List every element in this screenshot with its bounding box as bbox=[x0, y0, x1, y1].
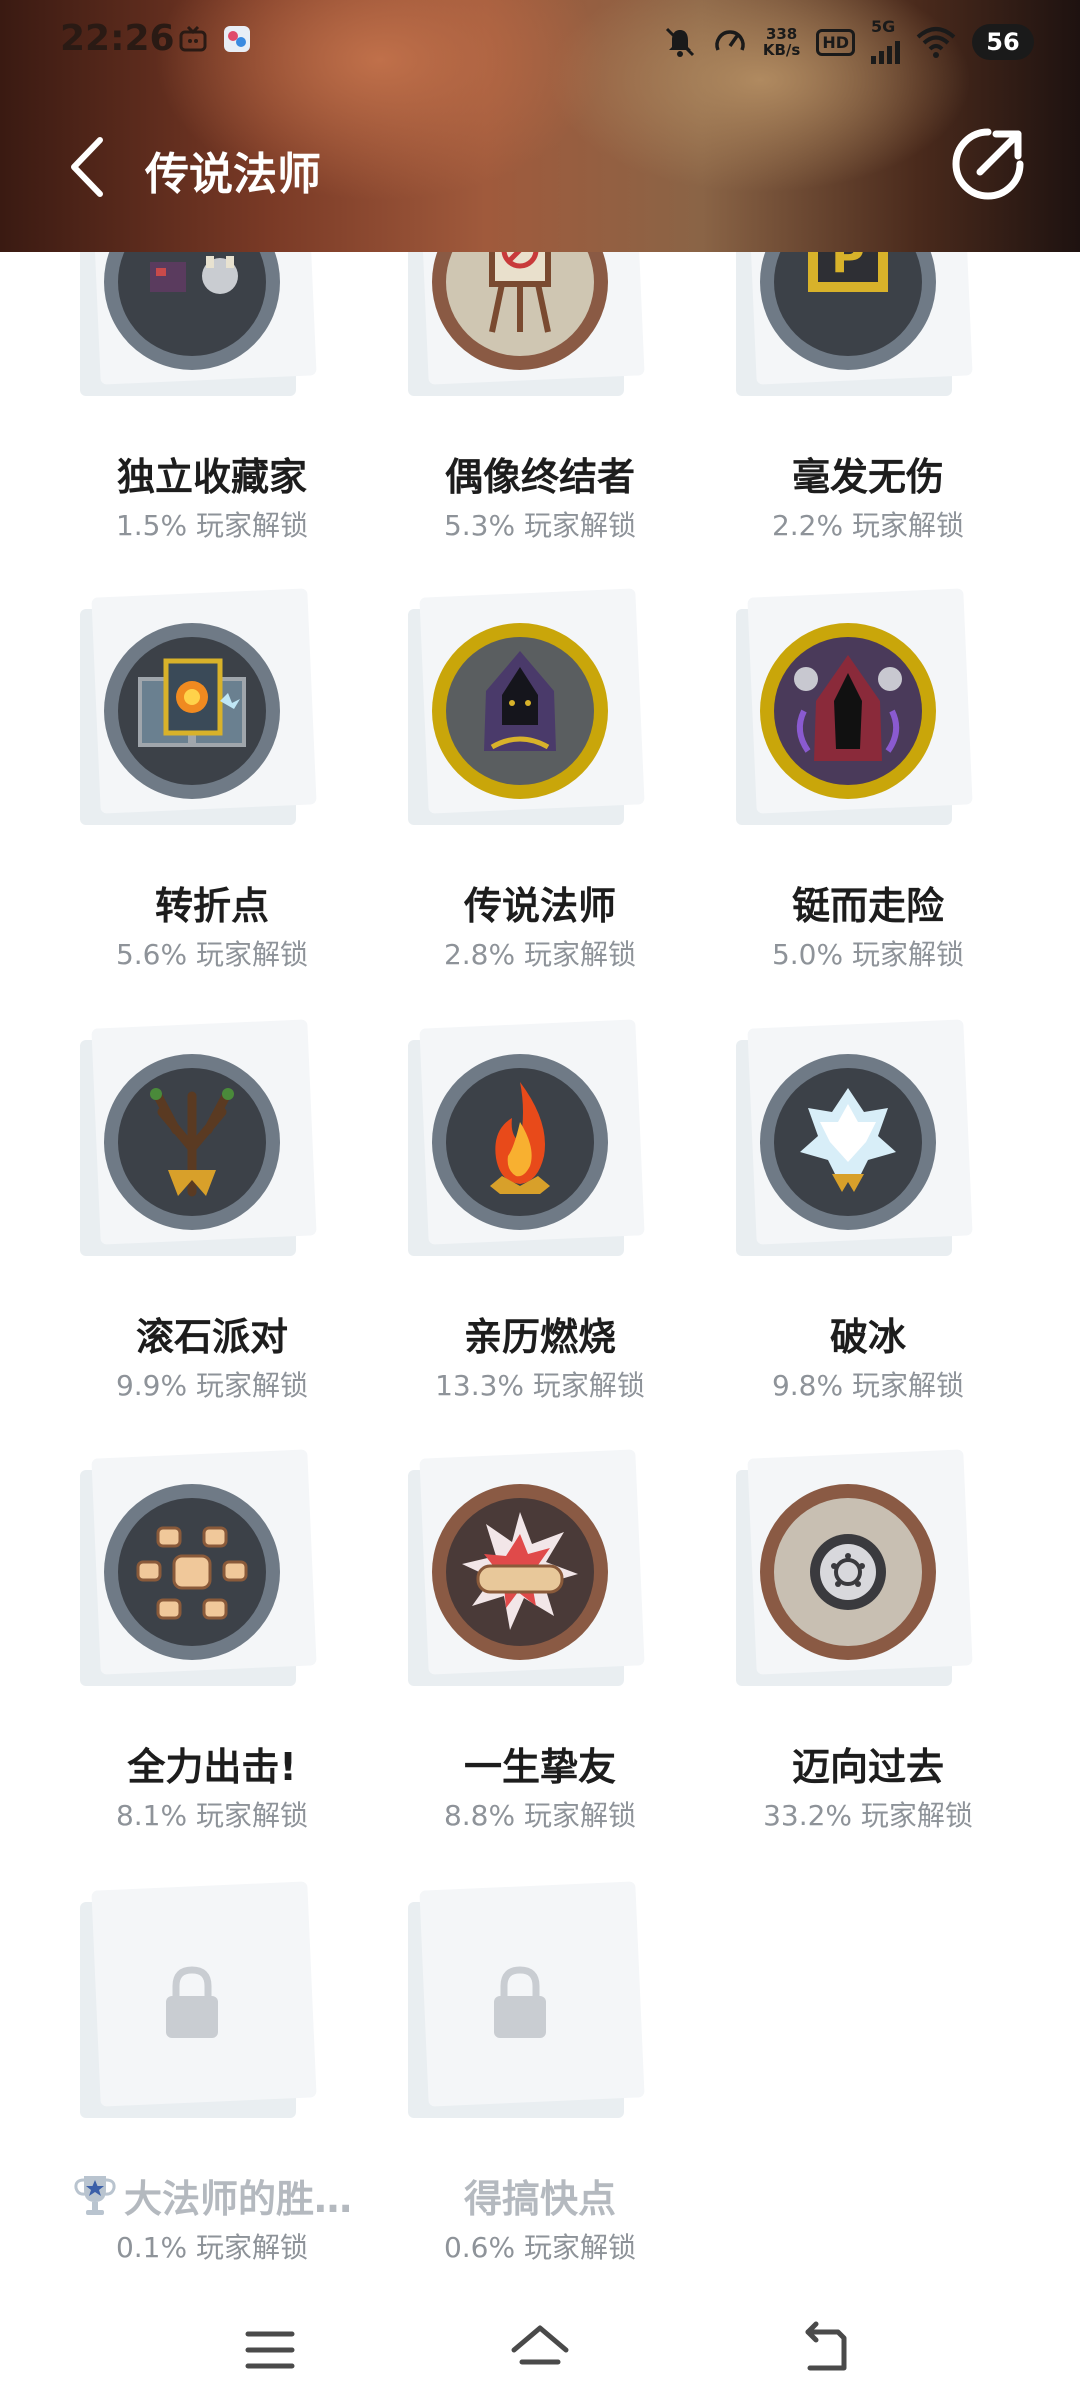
achievement-unlock-rate: 5.3% 玩家解锁 bbox=[443, 509, 637, 542]
rolling-stone-badge-icon bbox=[104, 1054, 280, 1230]
achievement-name: 毫发无伤 bbox=[791, 455, 944, 499]
network-type: 5G bbox=[871, 17, 896, 36]
battery-indicator: 56 bbox=[972, 24, 1034, 60]
ice-breaker-badge-icon bbox=[760, 1054, 936, 1230]
tv-app-icon bbox=[179, 25, 207, 52]
status-right-icons: 338 KB/s HD 5G 56 bbox=[663, 17, 1034, 64]
achievement-name: 偶像终结者 bbox=[444, 455, 635, 499]
achievement-name: 亲历燃烧 bbox=[463, 1315, 616, 1359]
achievement-unlock-rate: 2.8% 玩家解锁 bbox=[443, 938, 637, 971]
full-strike-badge-icon bbox=[104, 1484, 280, 1660]
achievement-name: 独立收藏家 bbox=[116, 455, 307, 499]
turning-point-badge-icon bbox=[104, 623, 280, 799]
achievement-name: 铤而走险 bbox=[791, 884, 944, 928]
toward-past-badge-icon bbox=[760, 1484, 936, 1660]
achievement-card[interactable]: 滚石派对 9.9% 玩家解锁 bbox=[48, 1019, 376, 1416]
wifi-icon bbox=[916, 27, 956, 58]
achievement-name: 滚石派对 bbox=[135, 1315, 288, 1359]
achievement-unlock-rate: 0.6% 玩家解锁 bbox=[443, 2231, 637, 2264]
game-app-icon bbox=[224, 26, 250, 52]
share-icon[interactable] bbox=[948, 124, 1028, 204]
trophy-icon bbox=[74, 2176, 116, 2215]
achievement-card[interactable]: 传说法师 2.8% 玩家解锁 bbox=[376, 588, 704, 985]
header-bar: 22:26 338 KB/s HD 5G 56 传说法师 bbox=[0, 0, 1080, 252]
achievement-unlock-rate: 8.1% 玩家解锁 bbox=[115, 1799, 309, 1832]
achievement-card[interactable]: 转折点 5.6% 玩家解锁 bbox=[48, 588, 376, 985]
achievement-name-text: 大法师的胜… bbox=[123, 2177, 352, 2221]
status-time: 22:26 bbox=[60, 18, 175, 59]
lifelong-friend-badge-icon bbox=[432, 1484, 608, 1660]
achievement-name: 转折点 bbox=[154, 884, 269, 928]
net-speed-unit: KB/s bbox=[762, 41, 801, 59]
achievement-name: 传说法师 bbox=[463, 884, 616, 928]
data-saver-icon bbox=[715, 30, 745, 51]
achievement-card[interactable]: 破冰 9.8% 玩家解锁 bbox=[704, 1019, 1032, 1416]
burning-badge-icon bbox=[432, 1054, 608, 1230]
achievement-unlock-rate: 2.2% 玩家解锁 bbox=[771, 509, 965, 542]
achievement-unlock-rate: 13.3% 玩家解锁 bbox=[435, 1369, 645, 1402]
achievement-name: 大法师的胜… bbox=[48, 2168, 376, 2223]
page-title: 传说法师 bbox=[145, 149, 321, 200]
achievement-name: 得搞快点 bbox=[463, 2177, 616, 2221]
lock-icon bbox=[494, 1966, 546, 2038]
lock-icon bbox=[166, 1966, 218, 2038]
achievement-card[interactable]: 铤而走险 5.0% 玩家解锁 bbox=[704, 588, 1032, 985]
signal-bars-icon bbox=[871, 34, 900, 64]
status-app-icons bbox=[178, 24, 252, 54]
legendary-wizard-badge-icon bbox=[432, 623, 608, 799]
achievement-unlock-rate: 0.1% 玩家解锁 bbox=[115, 2231, 309, 2264]
mute-bell-icon bbox=[665, 27, 694, 57]
achievement-unlock-rate: 8.8% 玩家解锁 bbox=[443, 1799, 637, 1832]
achievement-unlock-rate: 5.0% 玩家解锁 bbox=[771, 938, 965, 971]
achievement-unlock-rate: 1.5% 玩家解锁 bbox=[115, 509, 309, 542]
home-nav-icon[interactable] bbox=[510, 2320, 570, 2380]
achievement-unlock-rate: 9.8% 玩家解锁 bbox=[771, 1369, 965, 1402]
achievement-name: 破冰 bbox=[829, 1315, 906, 1359]
achievement-card[interactable]: 一生挚友 8.8% 玩家解锁 bbox=[376, 1449, 704, 1846]
system-navigation-bar bbox=[0, 2290, 1080, 2408]
achievement-name: 迈向过去 bbox=[791, 1745, 944, 1789]
achievement-card[interactable]: 全力出击! 8.1% 玩家解锁 bbox=[48, 1449, 376, 1846]
achievement-unlock-rate: 5.6% 玩家解锁 bbox=[115, 938, 309, 971]
back-arrow-icon[interactable] bbox=[60, 132, 120, 202]
achievement-card-locked[interactable]: 大法师的胜… 0.1% 玩家解锁 bbox=[48, 1881, 376, 2278]
achievement-unlock-rate: 9.9% 玩家解锁 bbox=[115, 1369, 309, 1402]
back-nav-icon[interactable] bbox=[794, 2320, 854, 2380]
risk-taker-badge-icon bbox=[760, 623, 936, 799]
achievement-card[interactable]: 亲历燃烧 13.3% 玩家解锁 bbox=[376, 1019, 704, 1416]
menu-nav-icon[interactable] bbox=[240, 2320, 300, 2380]
cell-signal: 5G bbox=[871, 17, 900, 64]
net-speed-value: 338 bbox=[765, 25, 798, 43]
title-row: 传说法师 bbox=[0, 120, 1080, 220]
hd-badge: HD bbox=[816, 28, 855, 56]
achievement-name: 全力出击! bbox=[127, 1745, 297, 1789]
achievement-name: 一生挚友 bbox=[463, 1745, 616, 1789]
achievement-unlock-rate: 33.2% 玩家解锁 bbox=[763, 1799, 973, 1832]
net-speed: 338 KB/s bbox=[763, 26, 800, 58]
achievement-card[interactable]: 迈向过去 33.2% 玩家解锁 bbox=[704, 1449, 1032, 1846]
status-bar: 22:26 338 KB/s HD 5G 56 bbox=[0, 0, 1080, 84]
achievement-card-locked[interactable]: 得搞快点 0.6% 玩家解锁 bbox=[376, 1881, 704, 2278]
